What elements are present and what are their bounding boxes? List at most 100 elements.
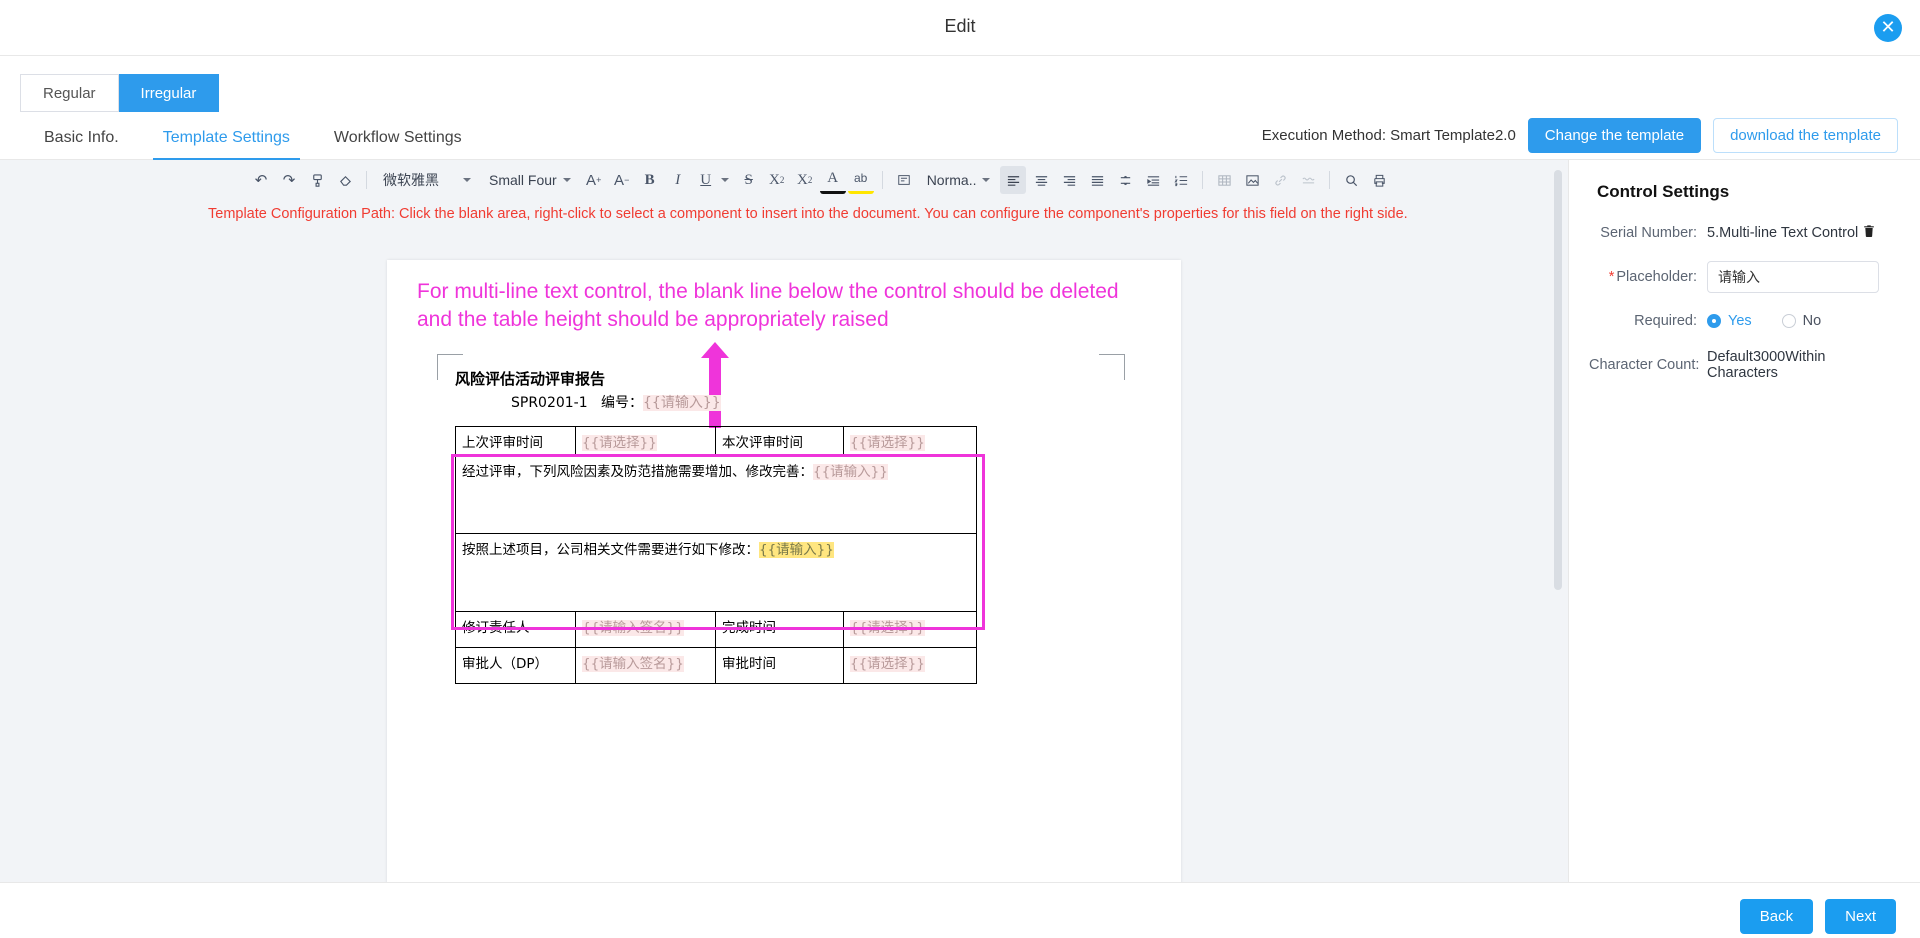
- page-title: Edit: [944, 16, 976, 36]
- undo-icon[interactable]: ↶: [248, 166, 274, 194]
- align-justify-icon[interactable]: [1084, 166, 1110, 194]
- trash-icon[interactable]: [1862, 224, 1876, 241]
- main-body: ↶ ↷ 微软雅黑 Small Four A + A − B I U S X 2 …: [0, 160, 1920, 882]
- align-right-icon[interactable]: [1056, 166, 1082, 194]
- search-icon[interactable]: [1338, 166, 1364, 194]
- font-size-value: Small Four: [489, 172, 557, 188]
- download-template-button[interactable]: download the template: [1713, 118, 1898, 153]
- segment-tab-irregular[interactable]: Irregular: [118, 74, 220, 112]
- required-radio-group: Yes No: [1707, 313, 1821, 329]
- back-button[interactable]: Back: [1739, 899, 1814, 934]
- cell-reviser-label: 修订责任人: [455, 611, 576, 648]
- cell-completion-time-value[interactable]: {{请选择}}: [843, 611, 977, 648]
- placeholder-label: * Placeholder:: [1608, 269, 1697, 285]
- editor-vertical-scrollbar[interactable]: [1554, 170, 1562, 590]
- document-content: 风险评估活动评审报告 SPR0201-1 编号：{{请输入}} 上次评审时间 {…: [455, 368, 1115, 684]
- chevron-down-icon: [562, 178, 571, 182]
- change-template-button[interactable]: Change the template: [1527, 118, 1702, 153]
- next-button[interactable]: Next: [1825, 899, 1896, 934]
- placeholder-row: * Placeholder:: [1589, 261, 1900, 293]
- decrease-font-size-icon[interactable]: A −: [609, 166, 635, 194]
- execution-method-label: Execution Method: Smart Template2.0: [1261, 127, 1516, 144]
- align-left-icon[interactable]: [1000, 166, 1027, 194]
- tab-workflow-settings[interactable]: Workflow Settings: [312, 129, 484, 159]
- document-page[interactable]: For multi-line text control, the blank l…: [387, 260, 1181, 882]
- risk-factors-text: 经过评审，下列风险因素及防范措施需要增加、修改完善：: [462, 464, 813, 480]
- paragraph-style-value: Norma..: [926, 172, 977, 188]
- template-configuration-hint: Template Configuration Path: Click the b…: [208, 206, 1408, 222]
- cell-curr-review-value[interactable]: {{请选择}}: [843, 426, 977, 456]
- superscript-icon[interactable]: X2: [764, 166, 790, 194]
- table-row-risk-factors: 经过评审，下列风险因素及防范措施需要增加、修改完善：{{请输入}}: [455, 455, 977, 534]
- paragraph-style-select[interactable]: Norma..: [919, 166, 999, 194]
- subscript-icon[interactable]: X2: [792, 166, 818, 194]
- font-size-select[interactable]: Small Four: [481, 166, 579, 194]
- control-settings-heading: Control Settings: [1597, 182, 1730, 201]
- insert-link-icon[interactable]: [1267, 166, 1293, 194]
- sub-tabs: Basic Info. Template Settings Workflow S…: [22, 129, 484, 160]
- document-heading: 风险评估活动评审报告: [455, 370, 606, 388]
- cell-reviser-value[interactable]: {{请输入签名}}: [575, 611, 716, 648]
- doc-changes-text: 按照上述项目，公司相关文件需要进行如下修改：: [462, 542, 759, 558]
- redo-icon[interactable]: ↷: [276, 166, 302, 194]
- required-radio-no[interactable]: No: [1781, 313, 1822, 329]
- document-table: 上次评审时间 {{请选择}} 本次评审时间 {{请选择}} 经过评审，下列风险因…: [455, 426, 977, 684]
- document-number-label: 编号：: [601, 395, 644, 411]
- cell-prev-review-value[interactable]: {{请选择}}: [575, 426, 716, 456]
- required-radio-yes[interactable]: Yes: [1707, 313, 1752, 329]
- form-type-segmented-tabs: Regular Irregular: [20, 74, 1920, 112]
- required-yes-label: Yes: [1728, 313, 1752, 329]
- character-count-label: Character Count:: [1589, 357, 1700, 373]
- radio-dot-icon: [1781, 314, 1796, 328]
- print-icon[interactable]: [1366, 166, 1392, 194]
- insert-image-icon[interactable]: [1239, 166, 1265, 194]
- execution-method-area: Execution Method: Smart Template2.0 Chan…: [1262, 118, 1898, 153]
- serial-number-value: 5.Multi-line Text Control: [1707, 224, 1859, 241]
- radio-dot-icon: [1707, 314, 1721, 328]
- align-center-icon[interactable]: [1028, 166, 1054, 194]
- close-icon[interactable]: ✕: [1874, 14, 1902, 42]
- cell-risk-factors[interactable]: 经过评审，下列风险因素及防范措施需要增加、修改完善：{{请输入}}: [455, 455, 977, 534]
- doc-changes-placeholder[interactable]: {{请输入}}: [759, 542, 834, 558]
- text-color-icon[interactable]: A: [819, 166, 846, 194]
- serial-number-value-group: 5.Multi-line Text Control: [1707, 224, 1876, 241]
- control-settings-panel: Control Settings Serial Number: 5.Multi-…: [1568, 160, 1920, 882]
- italic-icon[interactable]: I: [665, 166, 691, 194]
- cell-approver-value[interactable]: {{请输入签名}}: [575, 647, 716, 684]
- tab-template-settings[interactable]: Template Settings: [141, 129, 312, 160]
- cell-doc-changes[interactable]: 按照上述项目，公司相关文件需要进行如下修改：{{请输入}}: [455, 533, 977, 612]
- segment-tab-regular[interactable]: Regular: [20, 74, 119, 112]
- font-name-value: 微软雅黑: [383, 172, 439, 188]
- footer-bar: Back Next: [0, 882, 1920, 938]
- insert-divider-icon[interactable]: [1295, 166, 1321, 194]
- indent-icon[interactable]: [1140, 166, 1166, 194]
- placeholder-input[interactable]: [1707, 261, 1879, 293]
- cell-approval-time-value[interactable]: {{请选择}}: [843, 647, 977, 684]
- highlight-color-icon[interactable]: ab: [847, 166, 874, 194]
- bold-icon[interactable]: B: [637, 166, 663, 194]
- format-painter-icon[interactable]: [304, 166, 330, 194]
- strikethrough-icon[interactable]: S: [736, 166, 762, 194]
- clear-format-icon[interactable]: [332, 166, 358, 194]
- document-scroll-area[interactable]: For multi-line text control, the blank l…: [0, 244, 1568, 882]
- document-number-placeholder[interactable]: {{请输入}}: [643, 395, 721, 411]
- cell-approver-label: 审批人（DP）: [455, 647, 576, 684]
- required-no-label: No: [1802, 313, 1822, 329]
- risk-factors-placeholder[interactable]: {{请输入}}: [813, 464, 888, 480]
- increase-font-size-icon[interactable]: A +: [581, 166, 607, 194]
- underline-icon[interactable]: U: [693, 166, 719, 194]
- annotation-line-2: and the table height should be appropria…: [417, 307, 889, 331]
- insert-table-icon[interactable]: [1211, 166, 1237, 194]
- character-count-row: Character Count: Default3000Within Chara…: [1589, 349, 1900, 381]
- line-spacing-icon[interactable]: [1112, 166, 1138, 194]
- editor-pane: ↶ ↷ 微软雅黑 Small Four A + A − B I U S X 2 …: [0, 160, 1568, 882]
- underline-chevron-down-icon[interactable]: [720, 178, 729, 182]
- paragraph-style-icon[interactable]: [891, 166, 917, 194]
- table-row-doc-changes: 按照上述项目，公司相关文件需要进行如下修改：{{请输入}}: [455, 533, 977, 612]
- font-name-select[interactable]: 微软雅黑: [375, 166, 479, 194]
- chevron-down-icon: [463, 178, 471, 182]
- table-row-reviser: 修订责任人 {{请输入签名}} 完成时间 {{请选择}}: [455, 611, 977, 648]
- document-code: SPR0201-1: [511, 395, 588, 411]
- numbered-list-icon[interactable]: [1168, 166, 1194, 194]
- tab-basic-info[interactable]: Basic Info.: [22, 129, 141, 159]
